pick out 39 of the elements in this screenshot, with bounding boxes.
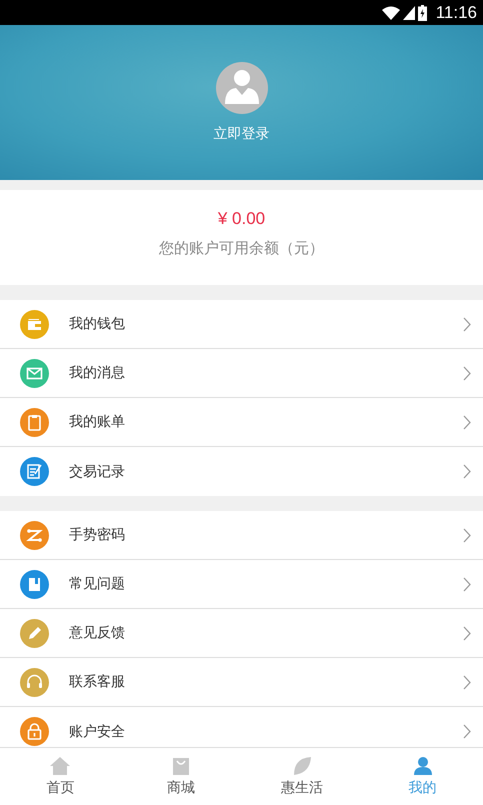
tab[interactable]: 惠生活 xyxy=(242,748,362,805)
chevron-icon xyxy=(463,414,471,430)
menu-label: 我的钱包 xyxy=(69,315,126,333)
signal-icon xyxy=(402,6,415,20)
menu-item[interactable]: 我的账单 xyxy=(0,398,483,447)
chevron-icon xyxy=(463,366,471,380)
menu-label: 手势密码 xyxy=(69,526,126,544)
balance-amount: ¥ 0.00 xyxy=(218,209,266,229)
menu-item[interactable]: 手势密码 xyxy=(0,511,483,560)
menu-item[interactable]: 账户安全 xyxy=(0,707,483,747)
menu-label: 交易记录 xyxy=(69,462,126,480)
tab[interactable]: 商城 xyxy=(120,748,242,805)
home-icon xyxy=(49,756,72,776)
menu-label: 联系客服 xyxy=(69,673,126,691)
menu-label: 账户安全 xyxy=(69,722,126,740)
tab[interactable]: 首页 xyxy=(0,748,121,805)
wifi-icon xyxy=(382,6,400,20)
chevron-icon xyxy=(463,576,471,592)
menu-item[interactable]: 联系客服 xyxy=(0,658,483,707)
menu-item[interactable]: 意见反馈 xyxy=(0,609,483,658)
menu-label: 我的消息 xyxy=(69,364,126,382)
avatar-icon[interactable] xyxy=(216,62,268,114)
menu-item[interactable]: 常见问题 xyxy=(0,560,483,609)
balance-caption: 您的账户可用余额（元） xyxy=(159,239,324,258)
chevron-icon xyxy=(463,316,471,332)
chevron-icon xyxy=(463,674,471,690)
person-icon xyxy=(412,756,434,776)
menu-item[interactable]: 我的消息 xyxy=(0,349,483,398)
menu-label: 常见问题 xyxy=(69,575,126,593)
menu-item[interactable]: 交易记录 xyxy=(0,447,483,496)
clock: 11:16 xyxy=(436,2,477,22)
chevron-icon xyxy=(463,724,471,739)
menu-label: 意见反馈 xyxy=(69,624,126,642)
chevron-icon xyxy=(463,626,471,640)
battery-icon xyxy=(418,4,427,20)
chevron-icon xyxy=(463,528,471,542)
chevron-icon xyxy=(463,464,471,479)
menu-label: 我的账单 xyxy=(69,413,126,431)
menu-item[interactable]: 我的钱包 xyxy=(0,300,483,349)
